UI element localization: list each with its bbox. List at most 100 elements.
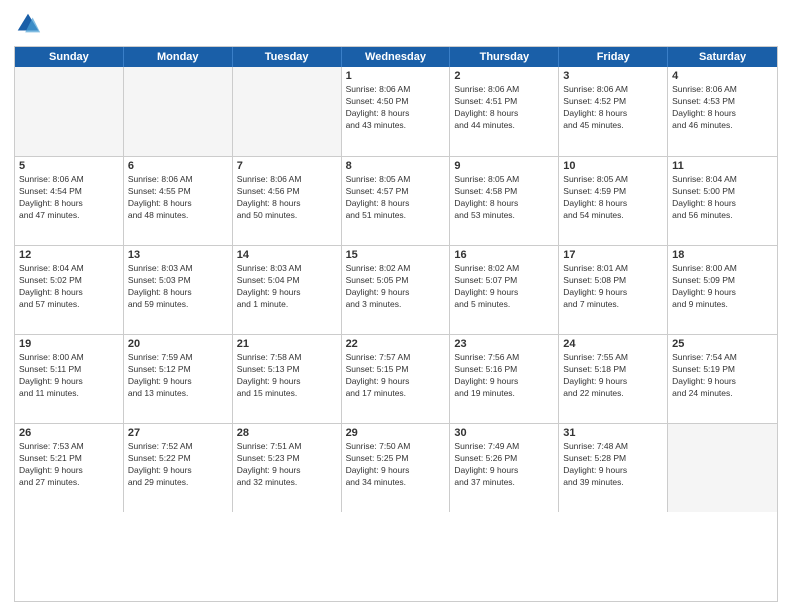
- logo: [14, 10, 46, 38]
- day-number: 25: [672, 338, 773, 350]
- day-number: 17: [563, 249, 663, 261]
- day-info: Sunrise: 8:03 AM Sunset: 5:03 PM Dayligh…: [128, 263, 228, 311]
- weekday-header: Sunday: [15, 47, 124, 67]
- day-info: Sunrise: 7:51 AM Sunset: 5:23 PM Dayligh…: [237, 441, 337, 489]
- day-info: Sunrise: 8:02 AM Sunset: 5:05 PM Dayligh…: [346, 263, 446, 311]
- day-info: Sunrise: 8:06 AM Sunset: 4:56 PM Dayligh…: [237, 174, 337, 222]
- calendar-cell: 1 Sunrise: 8:06 AM Sunset: 4:50 PM Daylig…: [342, 67, 451, 156]
- day-number: 4: [672, 70, 773, 82]
- day-info: Sunrise: 7:50 AM Sunset: 5:25 PM Dayligh…: [346, 441, 446, 489]
- day-info: Sunrise: 7:55 AM Sunset: 5:18 PM Dayligh…: [563, 352, 663, 400]
- calendar-cell: 28 Sunrise: 7:51 AM Sunset: 5:23 PM Dayli…: [233, 424, 342, 512]
- day-info: Sunrise: 8:02 AM Sunset: 5:07 PM Dayligh…: [454, 263, 554, 311]
- day-info: Sunrise: 8:06 AM Sunset: 4:50 PM Dayligh…: [346, 84, 446, 132]
- day-info: Sunrise: 8:06 AM Sunset: 4:51 PM Dayligh…: [454, 84, 554, 132]
- weekday-header: Tuesday: [233, 47, 342, 67]
- calendar-cell: 8 Sunrise: 8:05 AM Sunset: 4:57 PM Daylig…: [342, 157, 451, 245]
- calendar-cell: 2 Sunrise: 8:06 AM Sunset: 4:51 PM Daylig…: [450, 67, 559, 156]
- calendar-cell: 7Sunrise: 8:06 AM Sunset: 4:56 PM Daylig…: [233, 157, 342, 245]
- day-number: 31: [563, 427, 663, 439]
- day-info: Sunrise: 8:00 AM Sunset: 5:09 PM Dayligh…: [672, 263, 773, 311]
- day-number: 22: [346, 338, 446, 350]
- calendar-cell: 11 Sunrise: 8:04 AM Sunset: 5:00 PM Dayli…: [668, 157, 777, 245]
- day-number: 21: [237, 338, 337, 350]
- calendar-cell: 10Sunrise: 8:05 AM Sunset: 4:59 PM Dayli…: [559, 157, 668, 245]
- day-info: Sunrise: 8:03 AM Sunset: 5:04 PM Dayligh…: [237, 263, 337, 311]
- weekday-header: Thursday: [450, 47, 559, 67]
- day-number: 1: [346, 70, 446, 82]
- day-number: 15: [346, 249, 446, 261]
- weekday-header: Wednesday: [342, 47, 451, 67]
- calendar-cell: 4Sunrise: 8:06 AM Sunset: 4:53 PM Daylig…: [668, 67, 777, 156]
- day-number: 5: [19, 160, 119, 172]
- day-number: 28: [237, 427, 337, 439]
- calendar-cell: 6 Sunrise: 8:06 AM Sunset: 4:55 PM Daylig…: [124, 157, 233, 245]
- day-info: Sunrise: 7:48 AM Sunset: 5:28 PM Dayligh…: [563, 441, 663, 489]
- calendar-cell: 17 Sunrise: 8:01 AM Sunset: 5:08 PM Dayli…: [559, 246, 668, 334]
- day-info: Sunrise: 8:00 AM Sunset: 5:11 PM Dayligh…: [19, 352, 119, 400]
- day-number: 19: [19, 338, 119, 350]
- calendar-cell: [124, 67, 233, 156]
- calendar-cell: 21 Sunrise: 7:58 AM Sunset: 5:13 PM Dayli…: [233, 335, 342, 423]
- calendar: SundayMondayTuesdayWednesdayThursdayFrid…: [14, 46, 778, 602]
- calendar-cell: 3Sunrise: 8:06 AM Sunset: 4:52 PM Daylig…: [559, 67, 668, 156]
- day-info: Sunrise: 7:59 AM Sunset: 5:12 PM Dayligh…: [128, 352, 228, 400]
- day-number: 6: [128, 160, 228, 172]
- day-number: 20: [128, 338, 228, 350]
- day-info: Sunrise: 8:04 AM Sunset: 5:02 PM Dayligh…: [19, 263, 119, 311]
- day-info: Sunrise: 7:58 AM Sunset: 5:13 PM Dayligh…: [237, 352, 337, 400]
- day-number: 23: [454, 338, 554, 350]
- day-info: Sunrise: 7:52 AM Sunset: 5:22 PM Dayligh…: [128, 441, 228, 489]
- calendar-week: 26 Sunrise: 7:53 AM Sunset: 5:21 PM Dayli…: [15, 423, 777, 512]
- calendar-body: 1 Sunrise: 8:06 AM Sunset: 4:50 PM Daylig…: [15, 67, 777, 512]
- header: [14, 10, 778, 38]
- calendar-cell: 29 Sunrise: 7:50 AM Sunset: 5:25 PM Dayli…: [342, 424, 451, 512]
- calendar-cell: 20 Sunrise: 7:59 AM Sunset: 5:12 PM Dayli…: [124, 335, 233, 423]
- weekday-header: Monday: [124, 47, 233, 67]
- day-info: Sunrise: 8:04 AM Sunset: 5:00 PM Dayligh…: [672, 174, 773, 222]
- calendar-week: 5 Sunrise: 8:06 AM Sunset: 4:54 PM Daylig…: [15, 156, 777, 245]
- calendar-cell: 27Sunrise: 7:52 AM Sunset: 5:22 PM Dayli…: [124, 424, 233, 512]
- calendar-cell: 19 Sunrise: 8:00 AM Sunset: 5:11 PM Dayli…: [15, 335, 124, 423]
- calendar-cell: 15 Sunrise: 8:02 AM Sunset: 5:05 PM Dayli…: [342, 246, 451, 334]
- calendar-cell: 22 Sunrise: 7:57 AM Sunset: 5:15 PM Dayli…: [342, 335, 451, 423]
- calendar-cell: 12 Sunrise: 8:04 AM Sunset: 5:02 PM Dayli…: [15, 246, 124, 334]
- day-info: Sunrise: 8:06 AM Sunset: 4:52 PM Dayligh…: [563, 84, 663, 132]
- page: SundayMondayTuesdayWednesdayThursdayFrid…: [0, 0, 792, 612]
- day-number: 10: [563, 160, 663, 172]
- calendar-cell: 14Sunrise: 8:03 AM Sunset: 5:04 PM Dayli…: [233, 246, 342, 334]
- calendar-cell: 13 Sunrise: 8:03 AM Sunset: 5:03 PM Dayli…: [124, 246, 233, 334]
- calendar-cell: 24Sunrise: 7:55 AM Sunset: 5:18 PM Dayli…: [559, 335, 668, 423]
- day-number: 13: [128, 249, 228, 261]
- calendar-cell: 25Sunrise: 7:54 AM Sunset: 5:19 PM Dayli…: [668, 335, 777, 423]
- calendar-cell: [233, 67, 342, 156]
- weekday-header: Saturday: [668, 47, 777, 67]
- calendar-cell: [668, 424, 777, 512]
- day-info: Sunrise: 8:06 AM Sunset: 4:54 PM Dayligh…: [19, 174, 119, 222]
- day-info: Sunrise: 8:05 AM Sunset: 4:57 PM Dayligh…: [346, 174, 446, 222]
- day-number: 11: [672, 160, 773, 172]
- calendar-header: SundayMondayTuesdayWednesdayThursdayFrid…: [15, 47, 777, 67]
- day-info: Sunrise: 7:49 AM Sunset: 5:26 PM Dayligh…: [454, 441, 554, 489]
- day-number: 2: [454, 70, 554, 82]
- day-number: 30: [454, 427, 554, 439]
- day-number: 29: [346, 427, 446, 439]
- day-info: Sunrise: 7:57 AM Sunset: 5:15 PM Dayligh…: [346, 352, 446, 400]
- weekday-header: Friday: [559, 47, 668, 67]
- calendar-cell: 16Sunrise: 8:02 AM Sunset: 5:07 PM Dayli…: [450, 246, 559, 334]
- day-number: 18: [672, 249, 773, 261]
- calendar-cell: 5 Sunrise: 8:06 AM Sunset: 4:54 PM Daylig…: [15, 157, 124, 245]
- calendar-week: 12 Sunrise: 8:04 AM Sunset: 5:02 PM Dayli…: [15, 245, 777, 334]
- day-number: 26: [19, 427, 119, 439]
- logo-icon: [14, 10, 42, 38]
- day-number: 12: [19, 249, 119, 261]
- day-info: Sunrise: 8:06 AM Sunset: 4:55 PM Dayligh…: [128, 174, 228, 222]
- day-number: 8: [346, 160, 446, 172]
- day-info: Sunrise: 8:01 AM Sunset: 5:08 PM Dayligh…: [563, 263, 663, 311]
- calendar-cell: 31 Sunrise: 7:48 AM Sunset: 5:28 PM Dayli…: [559, 424, 668, 512]
- day-info: Sunrise: 7:53 AM Sunset: 5:21 PM Dayligh…: [19, 441, 119, 489]
- calendar-cell: 18 Sunrise: 8:00 AM Sunset: 5:09 PM Dayli…: [668, 246, 777, 334]
- day-info: Sunrise: 8:05 AM Sunset: 4:58 PM Dayligh…: [454, 174, 554, 222]
- day-number: 9: [454, 160, 554, 172]
- calendar-week: 1 Sunrise: 8:06 AM Sunset: 4:50 PM Daylig…: [15, 67, 777, 156]
